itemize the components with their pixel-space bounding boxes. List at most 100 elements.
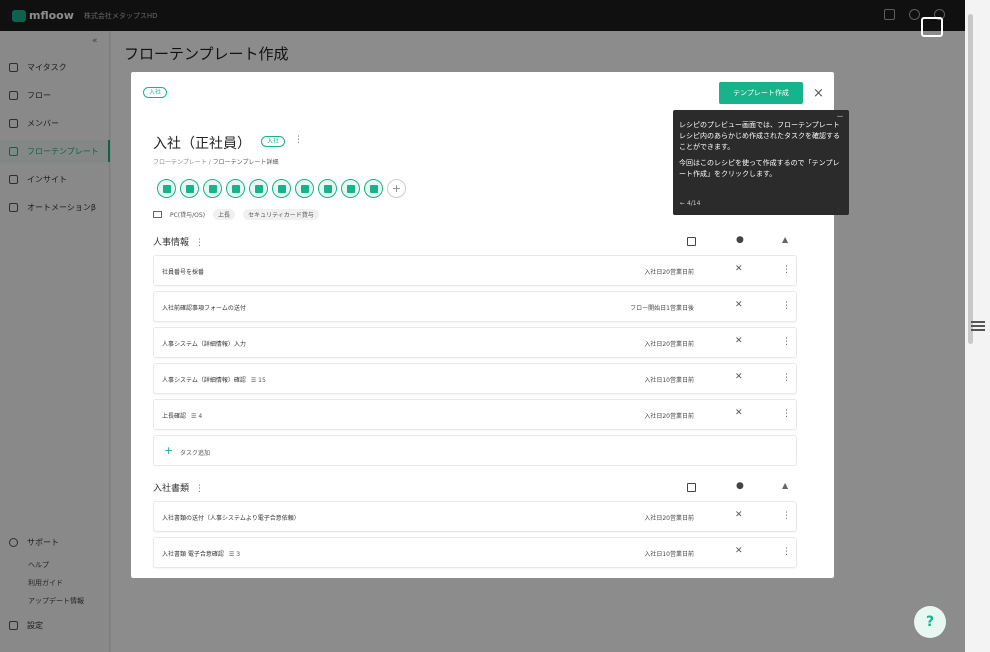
plus-icon: + bbox=[164, 444, 174, 457]
person-icon[interactable] bbox=[295, 179, 314, 198]
task-kebab-icon[interactable]: ⋮ bbox=[782, 511, 791, 521]
task-due: 入社日10営業日前 bbox=[644, 377, 694, 384]
guide-tooltip: － レシピのプレビュー画面では、フローテンプレートレシピ内のあらかじめ作成された… bbox=[673, 110, 849, 215]
calendar-icon bbox=[687, 483, 696, 492]
shield-icon[interactable] bbox=[226, 179, 245, 198]
task-due: 入社日10営業日前 bbox=[644, 551, 694, 558]
task-label: 入社前確認事項フォームの送付 bbox=[162, 305, 246, 312]
task-name: 人事システム（詳細情報）確認 ☰ 15 bbox=[162, 375, 266, 384]
task-row[interactable]: 入社前確認事項フォームの送付 フロー開始日1営業日後 ✕ ⋮ bbox=[153, 291, 797, 322]
chevron-up-icon[interactable]: ▲ bbox=[782, 481, 791, 490]
meta-boss: 上長 bbox=[213, 209, 236, 220]
section-header: 入社書類 ⋮ ● ▲ bbox=[153, 481, 793, 497]
subtask-count: ☰ 3 bbox=[228, 551, 241, 558]
field-icon-row: + bbox=[157, 179, 406, 198]
task-label: 社員番号を採番 bbox=[162, 269, 205, 276]
tooltip-step-count: 4/14 bbox=[686, 200, 701, 207]
task-label: 人事システム（詳細情報）入力 bbox=[162, 341, 246, 348]
tooltip-text-2: 今回はこのレシピを使って作成するので「テンプレート作成」をクリックします。 bbox=[679, 159, 840, 178]
unassigned-icon[interactable]: ✕ bbox=[735, 546, 743, 556]
subtask-count-value: 15 bbox=[258, 377, 266, 384]
unassigned-icon[interactable]: ✕ bbox=[735, 300, 743, 310]
task-kebab-icon[interactable]: ⋮ bbox=[782, 265, 791, 275]
tooltip-text-1: レシピのプレビュー画面では、フローテンプレートレシピ内のあらかじめ作成されたタス… bbox=[679, 121, 840, 151]
screenshot-icon[interactable] bbox=[921, 17, 943, 37]
section-title: 入社書類 bbox=[153, 484, 190, 494]
task-name: 入社前確認事項フォームの送付 bbox=[162, 303, 246, 312]
section-kebab-icon[interactable]: ⋮ bbox=[195, 484, 204, 494]
task-name: 入社書類の送付（人事システムより電子合意依頼） bbox=[162, 513, 300, 522]
unassigned-icon[interactable]: ✕ bbox=[735, 264, 743, 274]
page-scrollbar[interactable] bbox=[965, 0, 990, 652]
task-label: 入社書類 電子合意確認 bbox=[162, 551, 224, 558]
task-row[interactable]: 人事システム（詳細情報）確認 ☰ 15 入社日10営業日前 ✕ ⋮ bbox=[153, 363, 797, 394]
task-kebab-icon[interactable]: ⋮ bbox=[782, 337, 791, 347]
subtask-count: ☰ 15 bbox=[250, 377, 266, 384]
breadcrumb: フローテンプレート / フローテンプレート詳細 bbox=[153, 159, 279, 166]
unassigned-icon[interactable]: ✕ bbox=[735, 372, 743, 382]
unassigned-icon[interactable]: ✕ bbox=[735, 510, 743, 520]
task-row[interactable]: 入社書類の送付（人事システムより電子合意依頼） 入社日20営業日前 ✕ ⋮ bbox=[153, 501, 797, 532]
close-icon[interactable]: × bbox=[813, 86, 824, 101]
task-label: 人事システム（詳細情報）確認 bbox=[162, 377, 246, 384]
task-kebab-icon[interactable]: ⋮ bbox=[782, 547, 791, 557]
breadcrumb-current: フローテンプレート詳細 bbox=[212, 159, 279, 166]
tooltip-step: ← 4/14 bbox=[680, 198, 700, 209]
meta-pc: PC(貸与/OS) bbox=[170, 212, 206, 219]
task-kebab-icon[interactable]: ⋮ bbox=[782, 373, 791, 383]
task-due: フロー開始日1営業日後 bbox=[630, 305, 694, 312]
phone-icon[interactable] bbox=[272, 179, 291, 198]
star-icon[interactable] bbox=[364, 179, 383, 198]
task-label: 上長確認 bbox=[162, 413, 187, 420]
task-name: 入社書類 電子合意確認 ☰ 3 bbox=[162, 549, 240, 558]
chevron-up-icon[interactable]: ▲ bbox=[782, 235, 791, 244]
task-due: 入社日20営業日前 bbox=[644, 269, 694, 276]
task-due: 入社日20営業日前 bbox=[644, 413, 694, 420]
back-arrow-icon[interactable]: ← bbox=[680, 200, 685, 207]
person-icon: ● bbox=[736, 235, 744, 245]
device-icon[interactable] bbox=[249, 179, 268, 198]
task-name: 社員番号を採番 bbox=[162, 267, 204, 276]
book-icon[interactable] bbox=[341, 179, 360, 198]
list-icon[interactable] bbox=[971, 319, 985, 333]
add-field-icon[interactable]: + bbox=[387, 179, 406, 198]
template-title: 入社（正社員） bbox=[153, 136, 251, 152]
task-kebab-icon[interactable]: ⋮ bbox=[782, 301, 791, 311]
section-header: 人事情報 ⋮ ● ▲ bbox=[153, 235, 793, 251]
section-title: 人事情報 bbox=[153, 238, 190, 248]
task-row[interactable]: 上長確認 ☰ 4 入社日20営業日前 ✕ ⋮ bbox=[153, 399, 797, 430]
scrollbar-thumb[interactable] bbox=[968, 14, 973, 344]
meta-card: セキュリティカード貸与 bbox=[243, 209, 319, 220]
section-kebab-icon[interactable]: ⋮ bbox=[195, 238, 204, 248]
subtask-count-value: 3 bbox=[236, 551, 241, 558]
breadcrumb-root[interactable]: フローテンプレート bbox=[153, 159, 207, 166]
unassigned-icon[interactable]: ✕ bbox=[735, 336, 743, 346]
task-name: 人事システム（詳細情報）入力 bbox=[162, 339, 246, 348]
card-icon[interactable] bbox=[318, 179, 337, 198]
category-tag: 入社 bbox=[143, 87, 168, 98]
task-name: 上長確認 ☰ 4 bbox=[162, 411, 202, 420]
unassigned-icon[interactable]: ✕ bbox=[735, 408, 743, 418]
task-row[interactable]: 入社書類 電子合意確認 ☰ 3 入社日10営業日前 ✕ ⋮ bbox=[153, 537, 797, 568]
create-template-button[interactable]: テンプレート作成 bbox=[719, 82, 803, 104]
help-chat-button[interactable]: ? bbox=[914, 606, 946, 638]
add-task-label: タスク追加 bbox=[180, 450, 211, 457]
template-meta: PC(貸与/OS) 上長 セキュリティカード貸与 bbox=[153, 209, 319, 220]
subtask-count-value: 4 bbox=[198, 413, 203, 420]
calendar-icon bbox=[687, 237, 696, 246]
task-kebab-icon[interactable]: ⋮ bbox=[782, 409, 791, 419]
image-icon[interactable] bbox=[203, 179, 222, 198]
minimize-icon[interactable]: － bbox=[836, 111, 844, 122]
more-options-icon[interactable]: ⋮ bbox=[294, 135, 303, 145]
task-row[interactable]: 社員番号を採番 入社日20営業日前 ✕ ⋮ bbox=[153, 255, 797, 286]
add-task-button[interactable]: + タスク追加 bbox=[153, 435, 797, 466]
subtask-count: ☰ 4 bbox=[191, 413, 203, 420]
task-due: 入社日20営業日前 bbox=[644, 341, 694, 348]
id-card-icon[interactable] bbox=[157, 179, 176, 198]
person-icon: ● bbox=[736, 481, 744, 491]
document-icon[interactable] bbox=[180, 179, 199, 198]
template-tag: 入社 bbox=[261, 136, 286, 147]
task-label: 入社書類の送付（人事システムより電子合意依頼） bbox=[162, 515, 300, 522]
task-row[interactable]: 人事システム（詳細情報）入力 入社日20営業日前 ✕ ⋮ bbox=[153, 327, 797, 358]
computer-icon bbox=[153, 211, 162, 218]
